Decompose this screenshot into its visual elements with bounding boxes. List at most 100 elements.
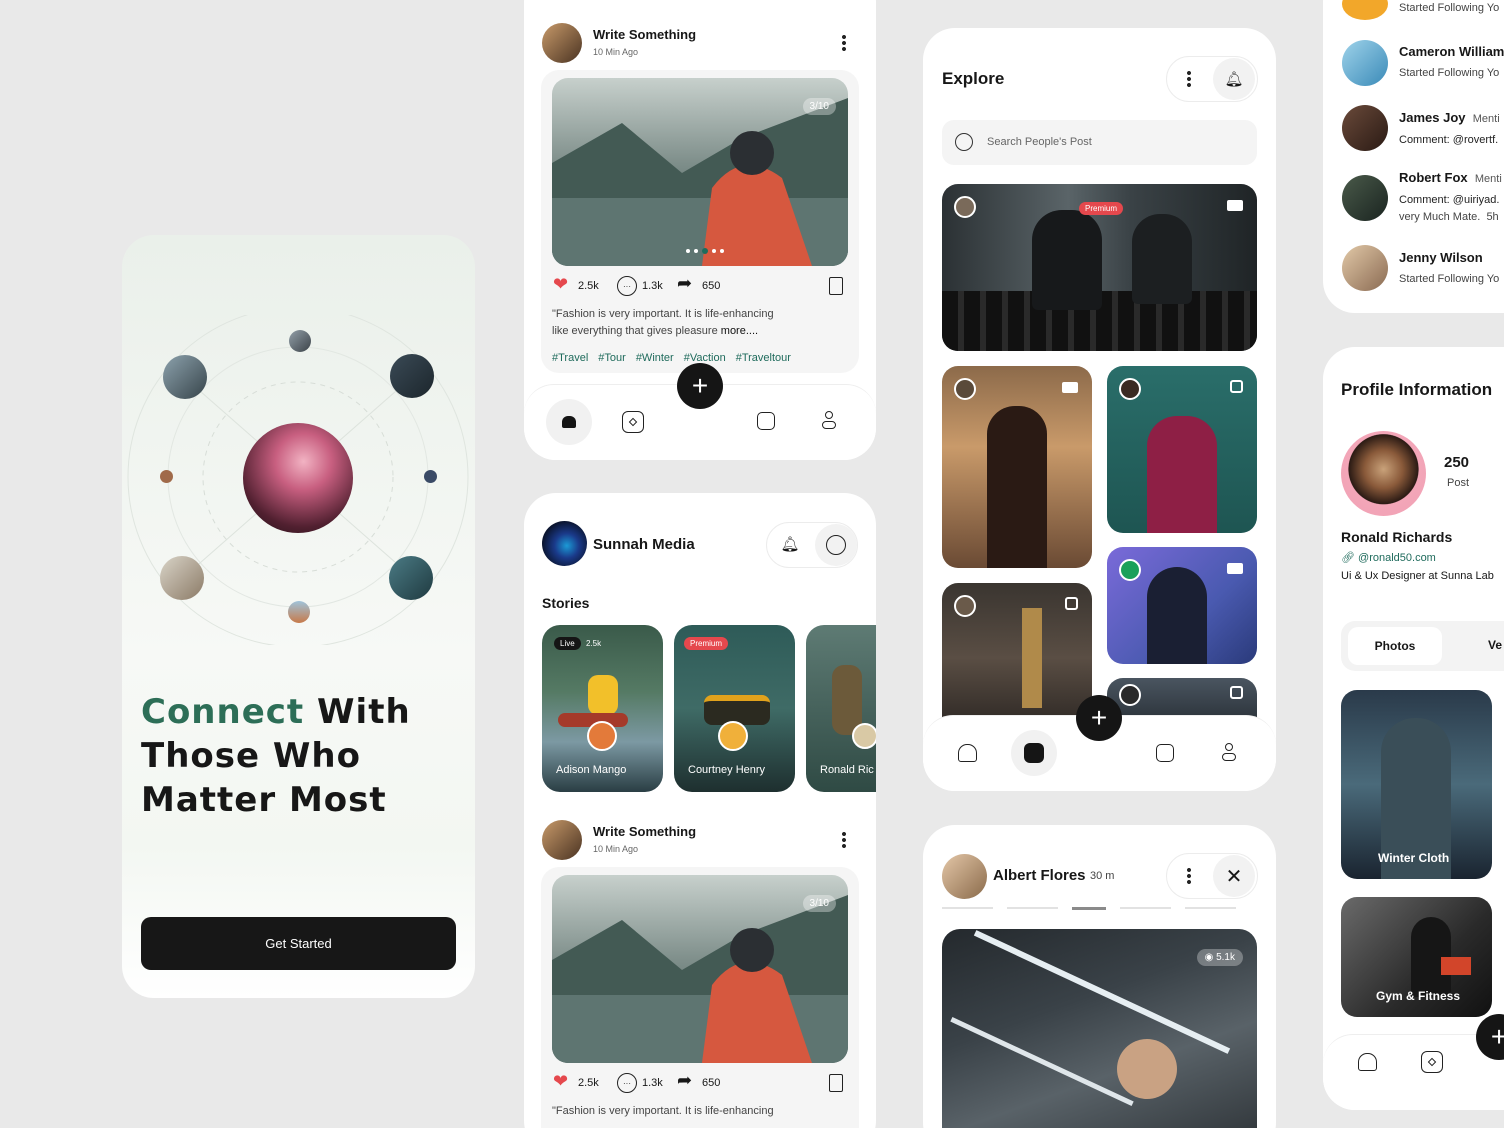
nav-shop[interactable] [757, 412, 775, 430]
image-counter: 3/10 [802, 98, 836, 115]
story-card[interactable]: Ronald Ric [806, 625, 876, 792]
bell-icon[interactable]: 🔔︎ [779, 533, 801, 555]
avatar[interactable] [1342, 175, 1388, 221]
story-progress [942, 907, 1236, 910]
avatar [1119, 378, 1141, 400]
story-card[interactable]: Premium Courtney Henry [674, 625, 795, 792]
gallery-icon [1230, 380, 1243, 393]
bookmark-icon[interactable] [829, 277, 843, 295]
more-vertical-icon[interactable] [842, 831, 846, 849]
orbit-avatar [424, 470, 437, 483]
stories-title: Stories [542, 595, 590, 611]
hashtag[interactable]: #Travel [552, 352, 588, 364]
hashtag[interactable]: #Vaction [684, 352, 726, 364]
home-icon [562, 416, 576, 428]
bookmark-icon[interactable] [829, 1074, 843, 1092]
album-title: Winter Cloth [1378, 851, 1450, 865]
user-icon [1225, 743, 1233, 751]
notification-text: Started Following Yo [1399, 2, 1500, 14]
nav-shop[interactable] [1156, 744, 1174, 762]
notification-name: Cameron William [1399, 44, 1504, 59]
explore-post[interactable]: Premium [942, 184, 1257, 351]
orbit-avatar [163, 355, 207, 399]
nav-profile[interactable] [1222, 743, 1236, 763]
compass-icon [628, 417, 638, 427]
link-icon: 🔗︎ [1341, 552, 1355, 564]
story-avatar [852, 723, 876, 749]
hashtag[interactable]: #Tour [598, 352, 626, 364]
story-view-screen: Albert Flores 30 m ✕ ◉ 5.1k [923, 825, 1276, 1128]
story-card[interactable]: Live 2.5k Adison Mango [542, 625, 663, 792]
tab-videos[interactable]: Ve [1488, 638, 1502, 652]
post-image[interactable]: 3/10 [552, 875, 848, 1063]
story-author: Albert Flores [993, 867, 1086, 884]
share-icon[interactable]: ➦ [677, 273, 692, 294]
messenger-icon[interactable] [815, 524, 857, 566]
avatar [954, 595, 976, 617]
explore-post[interactable] [1107, 547, 1257, 664]
more-vertical-icon[interactable] [1187, 867, 1191, 885]
onboarding-screen: Connect With Those Who Matter Most Get S… [122, 235, 475, 998]
page-title: Profile Information [1341, 380, 1493, 399]
get-started-button[interactable]: Get Started [141, 917, 456, 970]
nav-home[interactable] [1358, 1053, 1377, 1071]
tab-photos[interactable]: Photos [1348, 627, 1442, 665]
search-input[interactable]: Search People's Post [987, 136, 1092, 148]
plus-icon: + [1090, 702, 1108, 733]
search-icon [955, 133, 973, 151]
explore-post[interactable] [942, 583, 1092, 733]
explore-post[interactable] [1107, 366, 1257, 533]
create-post-button[interactable]: + [677, 363, 723, 409]
nav-profile[interactable] [822, 411, 836, 431]
profile-tabs: Photos Ve [1341, 621, 1504, 671]
hashtag[interactable]: #Traveltour [736, 352, 791, 364]
comment-icon[interactable]: ··· [617, 1073, 637, 1093]
plus-icon: + [1490, 1021, 1504, 1052]
more-vertical-icon[interactable] [842, 34, 846, 52]
notification-button[interactable]: 🔔︎ [1213, 58, 1255, 100]
carousel-dots [686, 248, 724, 254]
explore-post[interactable] [942, 366, 1092, 568]
hashtag[interactable]: #Winter [636, 352, 674, 364]
avatar [954, 196, 976, 218]
profile-avatar[interactable] [1341, 431, 1426, 516]
more-vertical-icon[interactable] [1187, 70, 1191, 88]
video-icon [1227, 563, 1243, 574]
album-card[interactable]: Gym & Fitness [1341, 897, 1492, 1017]
avatar[interactable] [542, 820, 582, 860]
story-name: Courtney Henry [688, 764, 766, 776]
post-caption: "Fashion is very important. It is life-e… [552, 308, 774, 320]
premium-badge: Premium [1079, 202, 1124, 215]
avatar[interactable] [542, 23, 582, 63]
avatar[interactable] [1342, 105, 1388, 151]
brand-name: Sunnah Media [593, 536, 695, 553]
comment-icon[interactable]: ··· [617, 276, 637, 296]
story-image[interactable]: ◉ 5.1k [942, 929, 1257, 1128]
bell-icon: 🔔︎ [1224, 71, 1244, 88]
explore-screen: Explore 🔔︎ Search People's Post Premium [923, 28, 1276, 791]
avatar [1119, 684, 1141, 706]
nav-explore[interactable] [1421, 1051, 1443, 1073]
avatar[interactable] [1342, 40, 1388, 86]
avatar[interactable] [1342, 245, 1388, 291]
video-icon [1062, 382, 1078, 393]
album-card[interactable]: Winter Cloth [1341, 690, 1492, 879]
nav-explore[interactable] [1011, 730, 1057, 776]
search-bar[interactable]: Search People's Post [942, 120, 1257, 165]
more-link[interactable]: more.... [721, 325, 758, 337]
nav-explore[interactable] [622, 411, 644, 433]
share-icon[interactable]: ➦ [677, 1070, 692, 1091]
like-icon[interactable]: ❤ [553, 274, 568, 295]
profile-link[interactable]: 🔗︎ @ronald50.com [1341, 551, 1436, 564]
close-button[interactable]: ✕ [1213, 855, 1255, 897]
nav-home[interactable] [546, 399, 592, 445]
like-icon[interactable]: ❤ [553, 1071, 568, 1092]
nav-home[interactable] [958, 744, 977, 762]
notification-text: Comment: @uiriyad. [1399, 194, 1500, 206]
post-image[interactable]: 3/10 [552, 78, 848, 266]
avatar[interactable] [942, 854, 987, 899]
avatar [954, 378, 976, 400]
shares-count: 650 [702, 280, 721, 292]
avatar[interactable] [1342, 0, 1388, 20]
create-post-button[interactable]: + [1076, 695, 1122, 741]
